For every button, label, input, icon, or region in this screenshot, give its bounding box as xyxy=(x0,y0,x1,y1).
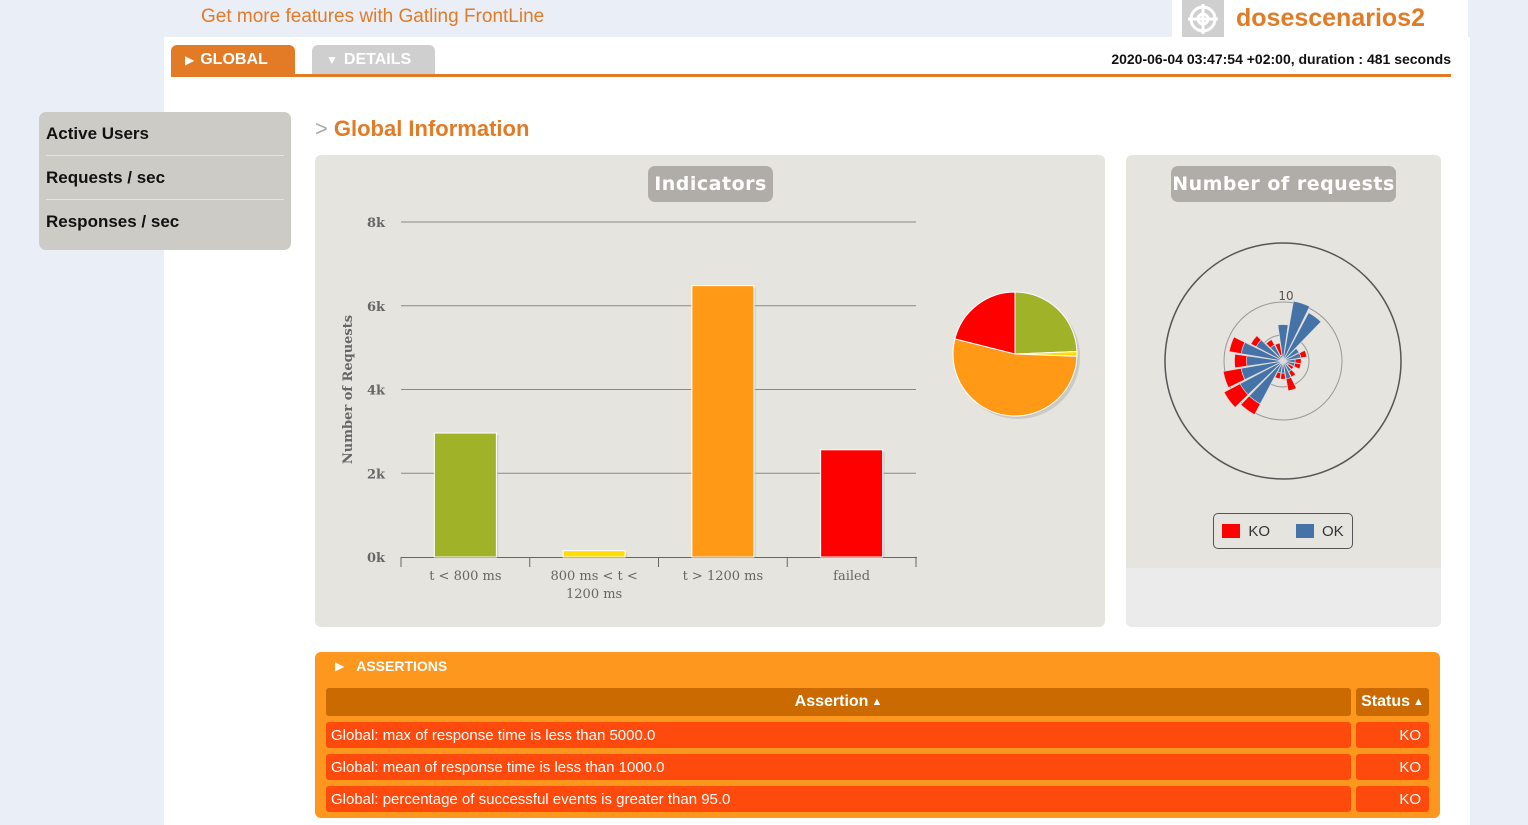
requests-legend: KO OK xyxy=(1213,513,1353,549)
assertion-column-header[interactable]: Assertion ▲︎ xyxy=(326,688,1351,716)
assertions-panel: ▶ ASSERTIONS Assertion ▲︎ Status ▲︎ Global… xyxy=(315,652,1440,818)
indicators-panel: Indicators 0k 2k 4k 6k 8k Number of Requests t… xyxy=(315,155,1105,627)
requests-panel-footer xyxy=(1126,568,1441,627)
x-tick-label: failed xyxy=(833,569,870,584)
tab-global[interactable]: ▶ GLOBAL xyxy=(171,45,295,74)
bar[interactable] xyxy=(691,285,755,558)
sort-icon: ▲︎ xyxy=(871,696,883,708)
bar[interactable] xyxy=(820,449,884,558)
y-axis-label: Number of Requests xyxy=(341,315,356,464)
indicators-chart: 0k 2k 4k 6k 8k Number of Requests t < 800 ms 80… xyxy=(341,216,1080,602)
assertions-title: ASSERTIONS xyxy=(356,658,448,674)
assertion-row-text: Global: mean of response time is less th… xyxy=(326,754,1351,780)
assertion-row-text: Global: max of response time is less tha… xyxy=(326,722,1351,748)
simulation-name: dosescenarios2 xyxy=(1236,4,1425,32)
x-tick-label: t > 1200 ms xyxy=(683,569,764,584)
sidebar-item-responses-per-sec[interactable]: Responses / sec xyxy=(46,200,284,244)
y-tick-label: 4k xyxy=(367,384,386,399)
y-tick-label: 6k xyxy=(367,300,386,315)
bar[interactable] xyxy=(433,432,497,558)
tab-details[interactable]: ▼ DETAILS xyxy=(312,45,435,74)
assertion-row-text: Global: percentage of successful events … xyxy=(326,786,1351,812)
bar[interactable] xyxy=(562,550,626,558)
x-tick-label: t < 800 ms xyxy=(429,569,501,584)
assertion-row-status: KO xyxy=(1356,754,1429,780)
sidebar: Active Users Requests / sec Responses / … xyxy=(39,112,291,250)
sort-icon: ▲︎ xyxy=(1413,696,1424,708)
run-info: 2020-06-04 03:47:54 +02:00, duration : 4… xyxy=(1111,51,1451,67)
x-tick-label: 1200 ms xyxy=(566,587,622,602)
tab-global-label: GLOBAL xyxy=(200,50,268,68)
requests-panel: Number of requests 10 KO OK xyxy=(1126,155,1441,627)
assertions-toggle[interactable]: ▶ ASSERTIONS xyxy=(335,658,447,674)
legend-ko-swatch xyxy=(1222,524,1241,538)
crosshair-icon xyxy=(1182,0,1224,37)
triangle-right-icon: ▶ xyxy=(335,659,345,673)
triangle-down-icon: ▼ xyxy=(326,52,338,67)
requests-polar-chart: 10 xyxy=(1164,242,1402,480)
legend-ok[interactable]: OK xyxy=(1296,523,1344,540)
status-header-label: Status xyxy=(1361,693,1410,710)
legend-ok-swatch xyxy=(1296,524,1314,538)
legend-ko[interactable]: KO xyxy=(1222,523,1270,540)
y-tick-label: 2k xyxy=(367,467,386,482)
tab-underline xyxy=(171,74,1451,77)
triangle-right-icon: ▶ xyxy=(185,52,195,67)
y-tick-label: 0k xyxy=(367,551,386,566)
y-tick-label: 8k xyxy=(367,216,386,231)
status-column-header[interactable]: Status ▲︎ xyxy=(1356,688,1429,716)
pie-slice[interactable] xyxy=(1014,291,1078,355)
polar-tick-label: 10 xyxy=(1278,289,1293,303)
chevron-right-icon: > xyxy=(315,116,328,141)
simulation-header: dosescenarios2 xyxy=(1172,0,1468,37)
section-title-text: Global Information xyxy=(333,116,530,141)
assertion-row-status: KO xyxy=(1356,786,1429,812)
sidebar-item-active-users[interactable]: Active Users xyxy=(46,112,284,156)
assertion-header-label: Assertion xyxy=(794,693,869,710)
section-title: > Global Information xyxy=(315,116,529,142)
assertion-row-status: KO xyxy=(1356,722,1429,748)
promo-link[interactable]: Get more features with Gatling FrontLine xyxy=(201,6,544,28)
x-tick-label: 800 ms < t < xyxy=(550,569,637,584)
legend-ko-label: KO xyxy=(1248,522,1270,540)
legend-ok-label: OK xyxy=(1322,522,1344,540)
tab-details-label: DETAILS xyxy=(343,50,412,68)
sidebar-item-requests-per-sec[interactable]: Requests / sec xyxy=(46,156,284,200)
